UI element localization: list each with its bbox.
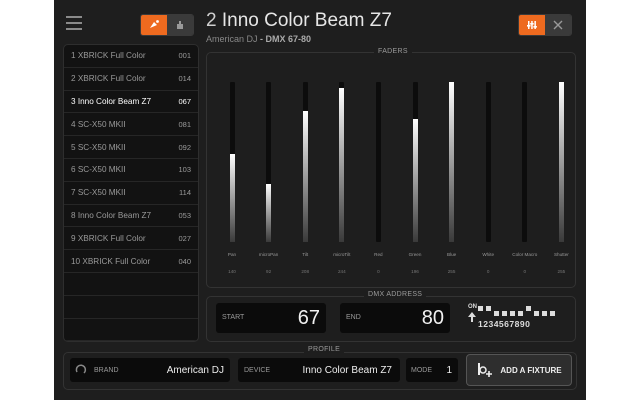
fader-level [302,110,308,242]
fader-microtilt[interactable] [339,82,345,242]
hand-icon[interactable] [167,15,193,35]
dip-bit [550,311,555,316]
fader-name: Pan [227,252,237,257]
fader-name: microTilt [333,252,351,257]
mode-toggle[interactable] [140,14,194,36]
fader-level [412,118,418,242]
mode-label: MODE [411,367,432,374]
dip-cells [478,306,558,316]
fader-shutter[interactable] [558,82,564,242]
dip-on-label: ON [468,304,477,310]
fader-level [229,154,235,242]
end-value: 80 [421,307,444,329]
fixture-row[interactable]: 4 SC-X50 MKII 081 [64,113,198,137]
fader-value: 0 [523,269,527,274]
app-window: 2 Inno Color Beam Z7 American DJ - DMX 6… [54,0,586,400]
fader-level [558,82,564,242]
fader-level [449,82,455,242]
device-label: DEVICE [244,367,271,374]
fixture-row[interactable]: 5 SC-X50 MKII 092 [64,136,198,159]
dip-bit [486,306,491,311]
dip-bit [502,311,507,316]
fader-tilt[interactable] [302,82,308,242]
fader-name: White [482,252,495,257]
fader-level [339,88,345,242]
fader-value: 140 [228,269,236,274]
faders-title: FADERS [374,48,412,55]
fader-name: Color Macro [512,252,538,257]
fixture-row[interactable]: 9 XBRICK Full Color 027 [64,227,198,251]
fader-name: Red [374,252,383,257]
dmx-title: DMX ADDRESS [364,291,427,298]
fader-value: 0 [377,269,380,274]
fader-micropan[interactable] [266,82,272,242]
fader-value: 244 [337,269,346,274]
fader-color-macro[interactable] [522,82,528,242]
fader-name: microPan [258,252,279,257]
view-toggle[interactable] [518,14,572,36]
dip-switch: ON 1234567890 [468,304,558,330]
device-value: Inno Color Beam Z7 [302,365,393,376]
add-fixture-icon [478,363,493,377]
fader-value: 92 [266,269,272,274]
fixture-row[interactable]: 8 Inno Color Beam Z7 053 [64,205,198,228]
fader-name: Blue [446,252,457,257]
spotlight-icon[interactable] [141,15,167,35]
brand-label: BRAND [94,367,119,374]
empty-row [64,296,198,319]
arrow-up-icon [468,312,476,322]
profile-title: PROFILE [304,346,345,353]
fader-green[interactable] [412,82,418,242]
page-subtitle: American DJ - DMX 67-80 [206,34,312,44]
dip-bit [510,311,515,316]
empty-row [64,319,198,341]
fader-blue[interactable] [449,82,455,242]
refresh-icon [75,364,87,374]
fixture-row[interactable]: 1 XBRICK Full Color 001 [64,45,198,68]
start-box[interactable]: START 67 [216,303,326,333]
hamburger-icon[interactable] [66,16,82,30]
fader-value: 208 [301,269,310,274]
add-fixture-label: ADD A FIXTURE [500,365,562,375]
device-field[interactable]: DEVICE Inno Color Beam Z7 [238,358,400,382]
dip-numbers: 1234567890 [478,319,531,329]
mode-value: 1 [446,365,452,376]
fader-name: Tilt [302,252,309,257]
page-title: 2 Inno Color Beam Z7 [206,10,392,31]
empty-row [64,273,198,296]
fader-value: 255 [447,269,456,274]
add-fixture-button[interactable]: ADD A FIXTURE [466,354,572,386]
brand-field[interactable]: BRAND American DJ [70,358,230,382]
dip-bit [494,311,499,316]
fixture-list: 1 XBRICK Full Color 001 2 XBRICK Full Col… [63,44,199,342]
mode-field[interactable]: MODE 1 [406,358,458,382]
fixture-row[interactable]: 10 XBRICK Full Color 040 [64,250,198,273]
expand-icon[interactable] [545,15,571,35]
sliders-icon[interactable] [519,15,545,35]
start-label: START [222,314,245,321]
dip-bit [534,311,539,316]
fixture-row-selected[interactable]: 3 Inno Color Beam Z7 067 [64,91,198,114]
start-value: 67 [297,307,320,329]
dip-bit [542,311,547,316]
end-box[interactable]: END 80 [340,303,450,333]
dip-bit [518,311,523,316]
fader-value: 255 [557,269,566,274]
fader-pan[interactable] [229,82,235,242]
fader-name: Green [408,252,422,257]
fader-red[interactable] [375,82,381,242]
end-label: END [346,314,361,321]
dip-bit [478,306,483,311]
fixture-row[interactable]: 6 SC-X50 MKII 103 [64,159,198,182]
fader-value: 196 [411,269,419,274]
fixture-row[interactable]: 7 SC-X50 MKII 114 [64,182,198,205]
fader-name: Shutter [553,252,569,257]
fader-value: 0 [486,269,490,274]
fader-level [266,184,272,242]
brand-value: American DJ [166,365,224,376]
dip-bit [526,306,531,311]
fader-white[interactable] [485,82,491,242]
fixture-row[interactable]: 2 XBRICK Full Color 014 [64,68,198,91]
